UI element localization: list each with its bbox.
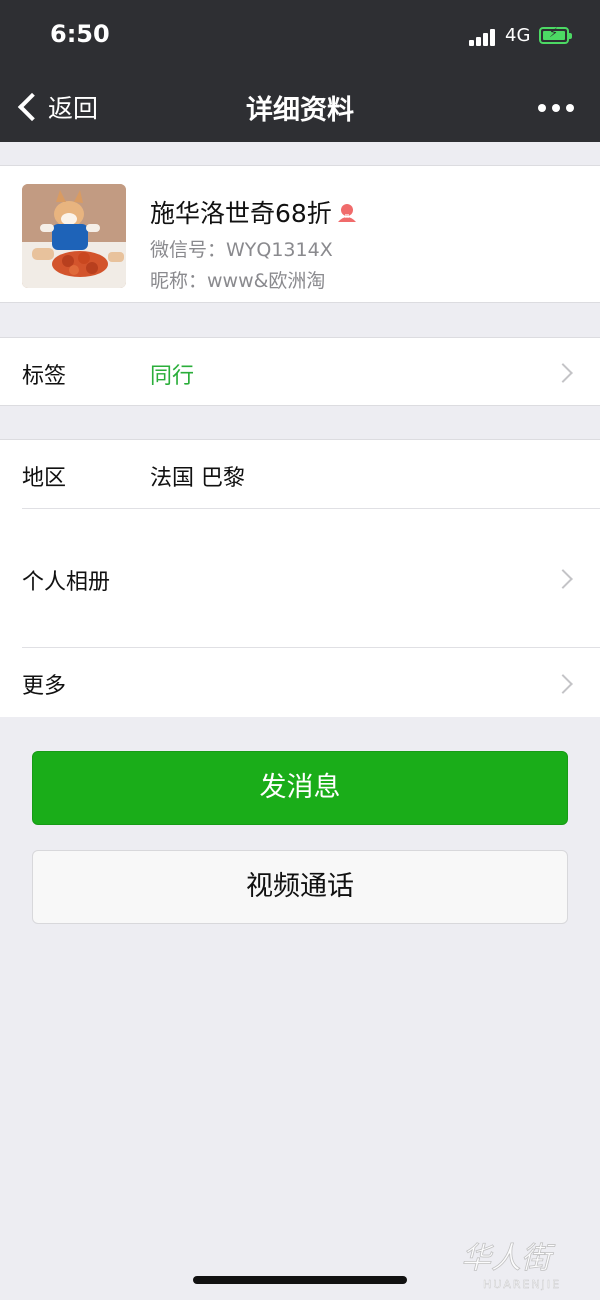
status-bar: 6:50 4G ⚡ [0, 0, 600, 72]
album-label: 个人相册 [22, 570, 111, 595]
video-call-button[interactable]: 视频通话 [32, 850, 568, 924]
album-row[interactable]: 个人相册 [0, 509, 600, 647]
avatar[interactable] [22, 184, 126, 288]
more-label: 更多 [22, 674, 67, 699]
tag-value: 同行 [150, 364, 195, 389]
region-row: 地区 法国 巴黎 [0, 440, 600, 508]
navigation-bar: 返回 详细资料 [0, 72, 600, 142]
send-message-button[interactable]: 发消息 [32, 751, 568, 825]
back-button[interactable]: 返回 [14, 86, 98, 128]
more-row[interactable]: 更多 [0, 648, 600, 717]
region-label: 地区 [22, 466, 67, 491]
status-time: 6:50 [50, 20, 110, 48]
region-value: 法国 巴黎 [150, 466, 245, 491]
network-type: 4G [505, 25, 531, 46]
tag-row[interactable]: 标签 同行 [0, 337, 600, 406]
more-dots-icon[interactable] [538, 98, 586, 118]
battery-charging-icon: ⚡ [539, 26, 572, 44]
watermark-cn: 华人街 [461, 1241, 556, 1276]
nickname: 昵称：www&欧洲淘 [150, 270, 326, 292]
wechat-id: 微信号：WYQ1314X [150, 239, 333, 261]
chevron-right-icon [553, 674, 573, 694]
chevron-left-icon [17, 92, 47, 122]
signal-icon [469, 28, 497, 46]
female-icon [336, 201, 358, 223]
tag-label: 标签 [22, 364, 67, 389]
watermark-en: HUARENJIE [483, 1278, 561, 1291]
contact-name: 施华洛世奇68折 [150, 194, 358, 230]
chevron-right-icon [553, 569, 573, 589]
back-label: 返回 [48, 94, 99, 123]
contact-name-text: 施华洛世奇68折 [150, 199, 332, 228]
huarenjie-watermark: 华人街 HUARENJIE [455, 1234, 595, 1294]
home-indicator[interactable] [193, 1276, 407, 1284]
chevron-right-icon [553, 363, 573, 383]
